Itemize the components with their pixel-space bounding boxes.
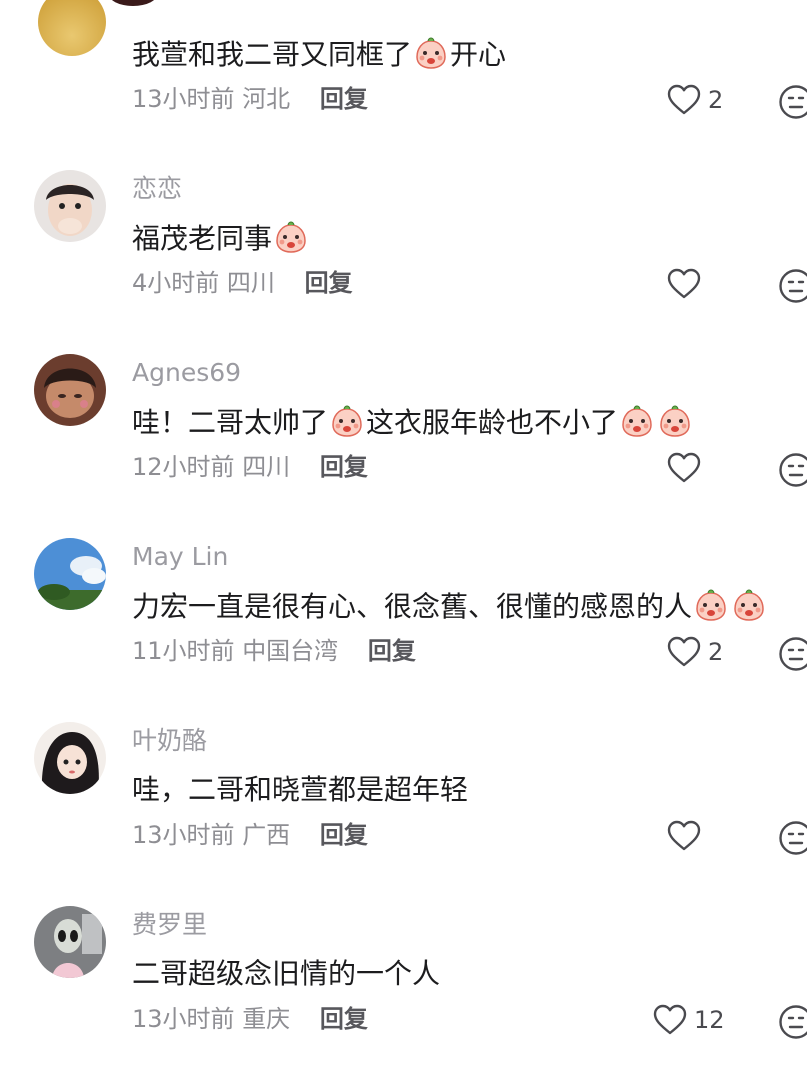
comment-time: 4小时前 — [132, 269, 220, 297]
emoji-face-icon[interactable] — [778, 1004, 807, 1040]
heart-outline-icon — [664, 450, 704, 486]
comment-time: 13小时前 — [132, 821, 235, 849]
avatar[interactable] — [34, 906, 106, 978]
comment-item: Agnes69 哇！二哥太帅了 这衣服年龄也不小了 12小时前 四川 回复 — [0, 354, 807, 538]
like-count: 12 — [694, 1006, 725, 1034]
comment-meta: 4小时前 四川 回复 — [132, 268, 353, 298]
username[interactable]: Agnes69 — [132, 358, 241, 388]
comment-time: 13小时前 — [132, 85, 235, 113]
username[interactable]: May Lin — [132, 542, 228, 572]
comment-text: 力宏一直是很有心、很念舊、很懂的感恩的人 — [132, 588, 768, 625]
comment-text: 我萱和我二哥又同框了 开心 — [132, 36, 507, 71]
reply-button[interactable]: 回复 — [320, 85, 368, 113]
heart-outline-icon — [664, 818, 704, 854]
avatar[interactable] — [34, 538, 106, 610]
comment-region: 中国台湾 — [242, 637, 339, 665]
like-button[interactable]: 12 — [650, 1002, 725, 1038]
comment-text: 哇，二哥和晓萱都是超年轻 — [132, 773, 469, 806]
like-count: 2 — [708, 638, 724, 666]
avatar[interactable] — [34, 354, 106, 426]
emoji-face-icon[interactable] — [778, 636, 807, 672]
comment-item: 叶奶酪 哇，二哥和晓萱都是超年轻 13小时前 广西 回复 — [0, 722, 807, 906]
comment-meta: 11小时前 中国台湾 回复 — [132, 636, 416, 666]
comment-item: 恋恋 福茂老同事 4小时前 四川 回复 — [0, 170, 807, 354]
comment-meta: 13小时前 广西 回复 — [132, 820, 368, 850]
comment-item: 我萱和我二哥又同框了 开心 13小时前 河北 回复 2 — [0, 0, 807, 184]
peach-emoji-icon — [620, 404, 654, 438]
reply-button[interactable]: 回复 — [320, 1005, 368, 1033]
comment-text: 哇！二哥太帅了 这衣服年龄也不小了 — [132, 404, 694, 441]
heart-outline-icon — [664, 82, 704, 118]
peach-emoji-icon — [658, 404, 692, 438]
like-button[interactable] — [664, 450, 708, 486]
emoji-face-icon[interactable] — [778, 820, 807, 856]
comment-region: 四川 — [242, 453, 291, 481]
reply-button[interactable]: 回复 — [305, 269, 353, 297]
emoji-face-icon[interactable] — [778, 452, 807, 488]
username[interactable]: 恋恋 — [132, 174, 182, 204]
like-button[interactable]: 2 — [664, 634, 723, 670]
reply-button[interactable]: 回复 — [320, 821, 368, 849]
peach-emoji-icon — [274, 220, 308, 254]
peach-emoji-icon — [732, 588, 766, 622]
heart-outline-icon — [650, 1002, 690, 1038]
peach-emoji-icon — [414, 36, 448, 70]
comment-time: 12小时前 — [132, 453, 235, 481]
like-count: 2 — [708, 86, 724, 114]
heart-outline-icon — [664, 266, 704, 302]
comment-region: 广西 — [242, 821, 291, 849]
avatar[interactable] — [38, 0, 106, 56]
comment-text: 福茂老同事 — [132, 220, 310, 257]
like-button[interactable] — [664, 266, 708, 302]
reply-button[interactable]: 回复 — [368, 637, 416, 665]
username[interactable]: 叶奶酪 — [132, 726, 207, 756]
like-button[interactable] — [664, 818, 708, 854]
emoji-face-icon[interactable] — [778, 268, 807, 304]
comment-meta: 13小时前 河北 回复 — [132, 84, 368, 114]
comment-item: 费罗里 二哥超级念旧情的一个人 13小时前 重庆 回复 12 — [0, 906, 807, 1090]
avatar[interactable] — [34, 722, 106, 794]
heart-outline-icon — [664, 634, 704, 670]
comment-time: 13小时前 — [132, 1005, 235, 1033]
comment-region: 河北 — [242, 85, 291, 113]
comment-meta: 12小时前 四川 回复 — [132, 452, 368, 482]
comment-region: 四川 — [226, 269, 275, 297]
username[interactable]: 费罗里 — [132, 910, 207, 940]
emoji-face-icon[interactable] — [778, 84, 807, 120]
like-button[interactable]: 2 — [664, 82, 723, 118]
previous-avatar-edge — [108, 0, 158, 6]
comment-item: May Lin 力宏一直是很有心、很念舊、很懂的感恩的人 11小时前 中国台湾 … — [0, 538, 807, 722]
reply-button[interactable]: 回复 — [320, 453, 368, 481]
comment-meta: 13小时前 重庆 回复 — [132, 1004, 368, 1034]
comment-text: 二哥超级念旧情的一个人 — [132, 957, 441, 990]
comment-time: 11小时前 — [132, 637, 235, 665]
avatar[interactable] — [34, 170, 106, 242]
peach-emoji-icon — [694, 588, 728, 622]
comment-region: 重庆 — [242, 1005, 291, 1033]
peach-emoji-icon — [330, 404, 364, 438]
